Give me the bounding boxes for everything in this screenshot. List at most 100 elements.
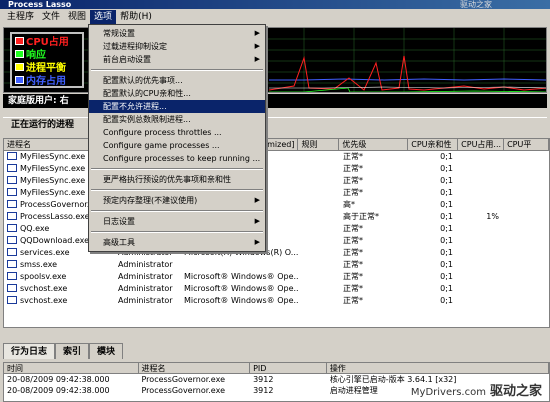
menu-item[interactable]: Configure process throttles ...	[89, 126, 265, 139]
menu-main[interactable]: 主程序	[3, 10, 38, 24]
performance-graph: CPU占用 响应 进程平衡 内存占用	[3, 27, 547, 93]
menu-item[interactable]: 日志设置 ▶	[89, 215, 265, 228]
menu-item[interactable]: 前台启动设置 ▶	[89, 53, 265, 66]
process-icon	[7, 164, 17, 172]
tab-modules[interactable]: 模块	[89, 343, 124, 359]
table-row[interactable]: smss.exe Administrator 正常* 0;1	[4, 259, 549, 271]
description-cell: Microsoft® Windows® Ope...	[184, 296, 299, 305]
menu-item[interactable]: 预定内存整理(不建议使用) ▶	[89, 194, 265, 207]
process-name-cell: svchost.exe	[4, 295, 115, 307]
priority-cell: 正常*	[343, 152, 363, 161]
menu-separator	[91, 168, 263, 170]
table-row[interactable]: ProcessLasso.exe 高于正常* 0;1 1%	[4, 211, 549, 223]
priority-cell: 高*	[343, 200, 355, 209]
user-cell: Administrator	[118, 284, 173, 293]
user-cell: Administrator	[118, 272, 173, 281]
table-row[interactable]: ProcessGovernor.exe 高* 0;1	[4, 199, 549, 211]
process-name: QQ.exe	[20, 224, 50, 233]
affinity-cell: 0;1	[440, 272, 453, 281]
menu-item-label: 配置不允许进程...	[103, 102, 167, 111]
table-row[interactable]: MyFilesSync.exe 正常* 0;1	[4, 151, 549, 163]
menu-options[interactable]: 选项	[90, 10, 117, 24]
process-name: smss.exe	[20, 260, 58, 269]
menu-item[interactable]: 配置默认的CPU亲和性...	[89, 87, 265, 100]
table-row[interactable]: MyFilesSync.exe 正常* 0;1	[4, 187, 549, 199]
process-icon	[7, 212, 17, 220]
affinity-cell: 0;1	[440, 200, 453, 209]
process-name: svchost.exe	[20, 296, 68, 305]
log-col-action[interactable]: 操作	[327, 363, 549, 373]
menu-file[interactable]: 文件	[38, 10, 64, 24]
menu-item[interactable]: Configure game processes ...	[89, 139, 265, 152]
process-name: MyFilesSync.exe	[20, 164, 86, 173]
menu-item-label: 前台启动设置	[103, 55, 151, 64]
menu-item[interactable]: 常规设置 ▶	[89, 27, 265, 40]
process-name-cell: smss.exe	[4, 259, 115, 271]
log-col-time[interactable]: 时间	[4, 363, 139, 373]
priority-cell: 正常*	[343, 176, 363, 185]
table-row[interactable]: svchost.exe Administrator Microsoft® Windo…	[4, 283, 549, 295]
process-table[interactable]: 进程名 mized] 规则 优先级 CPU亲和性 CPU占用... CPU平 M…	[3, 138, 550, 328]
process-name-cell: spoolsv.exe	[4, 271, 115, 283]
log-pid-cell: 3912	[253, 386, 274, 395]
table-row[interactable]: spoolsv.exe Administrator Microsoft® Windo…	[4, 271, 549, 283]
legend-cpu-swatch	[15, 36, 24, 45]
table-row[interactable]: QQ.exe 正常* 0;1	[4, 223, 549, 235]
table-row[interactable]: MyFilesSync.exe 正常* 0;1	[4, 163, 549, 175]
affinity-cell: 0;1	[440, 224, 453, 233]
table-row[interactable]: QQDownload.exe 正常* 0;1	[4, 235, 549, 247]
menu-bar: 主程序 文件 视图 选项 帮助(H)	[0, 9, 550, 25]
description-cell: Microsoft® Windows® Ope...	[184, 284, 299, 293]
menu-help[interactable]: 帮助(H)	[116, 10, 156, 24]
menu-view[interactable]: 视图	[64, 10, 90, 24]
menu-item[interactable]: 过载进程抑制设定 ▶	[89, 40, 265, 53]
priority-cell: 正常*	[343, 296, 363, 305]
license-status: 家庭版用户: 右	[3, 94, 547, 108]
description-cell: Microsoft® Windows® Ope...	[184, 272, 299, 281]
menu-item-label: Configure process throttles ...	[103, 128, 222, 137]
affinity-cell: 0;1	[440, 236, 453, 245]
affinity-cell: 0;1	[440, 260, 453, 269]
footer-brand: 驱动之家	[489, 384, 542, 399]
tab-action-log[interactable]: 行为日志	[3, 343, 56, 359]
user-cell: Administrator	[118, 260, 173, 269]
table-row[interactable]: svchost.exe Administrator Microsoft® Windo…	[4, 295, 549, 307]
col-priority[interactable]: 优先级	[339, 139, 409, 150]
table-row[interactable]: MyFilesSync.exe 正常* 0;1	[4, 175, 549, 187]
affinity-cell: 0;1	[440, 176, 453, 185]
menu-item[interactable]: 更严格执行预设的优先事项和亲和性	[89, 173, 265, 186]
menu-item-label: 配置默认的优先事项...	[103, 76, 183, 85]
process-table-header: 进程名 mized] 规则 优先级 CPU亲和性 CPU占用... CPU平	[4, 139, 549, 151]
footer-site: MyDrivers.com	[410, 387, 486, 398]
menu-item[interactable]: 配置不允许进程...	[89, 100, 265, 113]
menu-item[interactable]: 高级工具 ▶	[89, 236, 265, 249]
menu-item[interactable]: Configure processes to keep running ...	[89, 152, 265, 165]
log-col-process[interactable]: 进程名	[139, 363, 251, 373]
process-icon	[7, 284, 17, 292]
col-rule[interactable]: 规则	[298, 139, 340, 150]
title-bar: Process Lasso 驱动之家	[0, 0, 550, 9]
menu-item[interactable]: 配置默认的优先事项...	[89, 74, 265, 87]
menu-separator	[91, 189, 263, 191]
log-process-cell: ProcessGovernor.exe	[141, 386, 226, 395]
priority-cell: 正常*	[343, 260, 363, 269]
options-dropdown-menu: 常规设置 ▶ 过载进程抑制设定 ▶ 前台启动设置 ▶ 配置默认的优先事项... 配置默认的CP…	[88, 24, 266, 252]
process-name: MyFilesSync.exe	[20, 176, 86, 185]
col-affinity[interactable]: CPU亲和性	[408, 139, 459, 150]
menu-item-label: 高级工具	[103, 238, 135, 247]
process-icon	[7, 176, 17, 184]
menu-item[interactable]: 配置实例总数限制进程...	[89, 113, 265, 126]
affinity-cell: 0;1	[440, 284, 453, 293]
tab-index[interactable]: 索引	[55, 343, 90, 359]
table-row[interactable]: services.exe Administrator Microsoft(R) Wi…	[4, 247, 549, 259]
col-cpu-avg[interactable]: CPU平	[504, 139, 549, 150]
process-icon	[7, 248, 17, 256]
legend-cpu: CPU占用	[12, 34, 82, 48]
priority-cell: 正常*	[343, 248, 363, 257]
col-cpu-usage[interactable]: CPU占用...	[458, 139, 505, 150]
submenu-arrow-icon: ▶	[254, 29, 260, 37]
window-title: Process Lasso	[8, 0, 72, 9]
priority-cell: 正常*	[343, 272, 363, 281]
log-time-cell: 20-08/2009 09:42:38.000	[7, 386, 110, 395]
log-col-pid[interactable]: PID	[250, 363, 327, 373]
